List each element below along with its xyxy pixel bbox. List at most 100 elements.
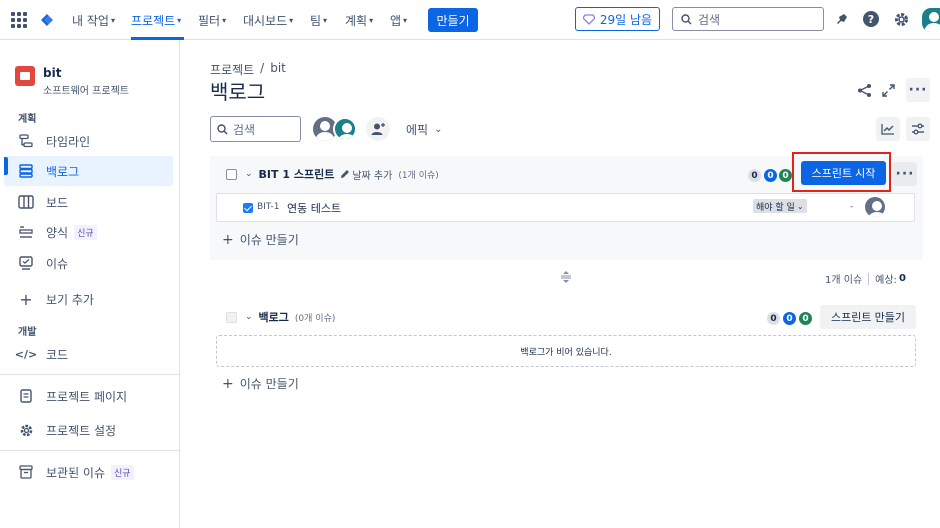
nav-my-work[interactable]: 내 작업 ▾ [72,10,115,30]
backlog-search-input[interactable]: 검색 [210,116,301,142]
epic-label: 에픽 [406,123,429,137]
help-icon[interactable]: ? [862,10,880,28]
insights-icon[interactable] [876,117,900,141]
sidebar-item-label: 프로젝트 페이지 [46,389,128,404]
search-placeholder: 검색 [698,12,721,27]
start-sprint-button[interactable]: 스프린트 시작 [801,161,886,185]
chevron-down-icon: ▾ [177,15,182,25]
nav-label: 내 작업 [72,13,109,28]
sidebar-item-timeline[interactable]: 타임라인 [4,126,173,156]
backlog-checkbox[interactable] [226,311,237,323]
notification-icon[interactable] [833,10,851,28]
sidebar-item-label: 프로젝트 설정 [46,423,117,438]
sidebar-item-forms[interactable]: 양식 신규 [4,217,173,247]
project-header[interactable]: bit 소프트웨어 프로젝트 [15,66,129,97]
unassigned-avatar[interactable] [865,197,885,217]
code-icon: </> [14,347,38,361]
nav-dashboards[interactable]: 대시보드 ▾ [243,10,293,30]
chevron-down-icon: ▾ [222,15,227,25]
sidebar-item-issues[interactable]: 이슈 [4,248,173,278]
status-label: 해야 할 일 [756,202,795,213]
trial-button[interactable]: 29일 남음 [575,7,660,31]
nav-teams[interactable]: 팀 ▾ [310,10,327,30]
new-badge: 신규 [74,224,97,240]
create-issue-button[interactable]: + 이슈 만들기 [222,375,299,392]
assignee-avatar[interactable] [333,117,357,141]
fullscreen-icon[interactable] [878,80,898,100]
done-count-badge: 0 [779,169,792,182]
empty-message: 백로그가 비어 있습니다. [520,347,612,358]
nav-label: 필터 [198,13,221,28]
breadcrumb-project[interactable]: bit [270,61,286,78]
status-dropdown[interactable]: 해야 할 일 ⌄ [753,199,807,213]
chevron-down-icon[interactable]: ⌄ [245,312,253,322]
backlog-header: ⌄ 백로그 (0개 이슈) [226,309,335,325]
pencil-icon [341,170,350,178]
create-sprint-button[interactable]: 스프린트 만들기 [820,305,916,329]
sidebar-item-label: 보기 추가 [46,292,94,307]
drag-handle-icon[interactable] [560,271,572,283]
sprint-header: ⌄ BIT 1 스프린트 날짜 추가 (1개 이슈) [226,166,439,182]
create-button[interactable]: 만들기 [428,8,478,32]
profile-avatar[interactable] [922,8,940,32]
todo-count-badge: 0 [767,312,780,325]
sidebar-item-project-pages[interactable]: 프로젝트 페이지 [4,381,173,411]
done-count-badge: 0 [799,312,812,325]
sidebar-item-label: 이슈 [46,256,69,271]
epic-filter-dropdown[interactable]: 에픽 ⌄ [406,121,442,138]
separator [868,272,870,285]
add-date-button[interactable]: 날짜 추가 [340,167,392,182]
plus-icon: + [19,289,33,309]
issue-summary[interactable]: 연동 테스트 [287,200,341,216]
sprint-more-icon[interactable]: ··· [893,162,917,186]
sidebar-item-add-view[interactable]: + 보기 추가 [4,284,173,314]
sidebar-item-backlog[interactable]: 백로그 [4,156,173,186]
settings-icon[interactable] [892,10,910,28]
backlog-issue-count: (0개 이슈) [294,313,336,324]
sidebar-item-board[interactable]: 보드 [4,187,173,217]
nav-apps[interactable]: 앱 ▾ [390,10,407,30]
sidebar-item-label: 양식 [46,225,69,240]
nav-filters[interactable]: 필터 ▾ [198,10,226,30]
jira-logo-icon[interactable] [38,11,56,29]
global-search-input[interactable]: 검색 [672,7,824,31]
nav-plans[interactable]: 계획 ▾ [345,10,373,30]
sidebar-item-label: 코드 [46,347,69,362]
issues-icon [18,255,34,271]
create-issue-label: 이슈 만들기 [239,233,299,247]
todo-count-badge: 0 [748,169,761,182]
section-label-planning: 계획 [18,114,37,125]
sprint-issue-count: (1개 이슈) [398,170,439,181]
sidebar-item-label: 백로그 [46,164,80,179]
estimate-value: 0 [898,273,906,284]
sidebar-item-project-settings[interactable]: 프로젝트 설정 [4,415,173,445]
project-avatar [15,66,35,86]
add-people-icon[interactable] [366,117,390,141]
app-grid-icon[interactable] [11,12,27,28]
sidebar-item-code[interactable]: </> 코드 [4,339,173,369]
backlog-name: 백로그 [258,311,289,324]
in-progress-count-badge: 0 [764,169,777,182]
section-label-development: 개발 [18,327,37,338]
sprint-checkbox[interactable] [226,168,237,180]
view-settings-icon[interactable] [906,117,930,141]
create-issue-label: 이슈 만들기 [239,377,299,391]
story-points[interactable]: - [850,202,853,212]
search-icon [681,13,692,24]
plus-icon: + [222,231,234,248]
more-options-icon[interactable]: ··· [906,78,930,102]
project-type: 소프트웨어 프로젝트 [43,86,129,97]
chevron-down-icon: ⌄ [434,124,443,135]
search-icon [217,123,228,134]
nav-projects[interactable]: 프로젝트 ▾ [131,10,181,30]
issue-key[interactable]: BIT-1 [257,202,279,212]
create-issue-button[interactable]: + 이슈 만들기 [222,231,299,248]
share-icon[interactable] [854,80,874,100]
chevron-down-icon: ▾ [369,15,374,25]
page-title: 백로그 [210,80,266,104]
sidebar-divider [0,374,180,375]
sidebar-item-label: 타임라인 [46,134,91,149]
search-placeholder: 검색 [233,122,256,137]
chevron-down-icon[interactable]: ⌄ [245,169,253,179]
sidebar-item-archived-issues[interactable]: 보관된 이슈 신규 [4,457,173,487]
